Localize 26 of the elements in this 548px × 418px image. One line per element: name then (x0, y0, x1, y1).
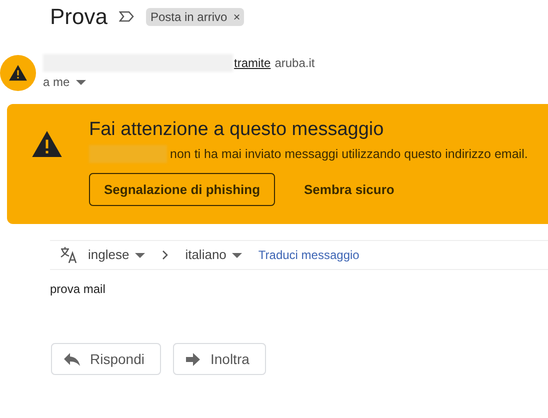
source-language-dropdown[interactable]: inglese (88, 245, 146, 265)
translate-icon (60, 247, 78, 263)
translate-link[interactable]: Traduci messaggio (258, 246, 360, 264)
important-marker-icon[interactable] (119, 11, 134, 22)
warning-description: non ti ha mai inviato messaggi utilizzando questo indirizzo email. (170, 146, 528, 163)
warning-icon (32, 131, 62, 158)
recipient-dropdown[interactable]: a me (43, 73, 315, 91)
message-body: prova mail (50, 281, 106, 298)
reply-icon (64, 352, 80, 366)
report-phishing-button[interactable]: Segnalazione di phishing (89, 172, 276, 206)
forward-button[interactable]: Inoltra (173, 343, 266, 375)
looks-safe-button[interactable]: Sembra sicuro (290, 172, 408, 206)
caret-icon (135, 252, 146, 258)
right-arrow-icon (186, 352, 200, 366)
via-link[interactable]: tramite (234, 54, 271, 72)
warning-icon (9, 65, 27, 81)
remove-label-button[interactable]: × (233, 10, 240, 22)
caret-icon (76, 80, 86, 84)
reply-button[interactable]: Rispondi (51, 343, 162, 375)
sender-domain: aruba.it (274, 55, 315, 72)
target-language-dropdown[interactable]: italiano (185, 245, 242, 265)
warning-title: Fai attenzione a questo messaggio (89, 118, 385, 142)
caret-icon (232, 252, 242, 258)
email-subject: Prova (50, 3, 108, 31)
label-text: Posta in arrivo (150, 8, 228, 26)
chevron-right-icon (162, 250, 168, 260)
